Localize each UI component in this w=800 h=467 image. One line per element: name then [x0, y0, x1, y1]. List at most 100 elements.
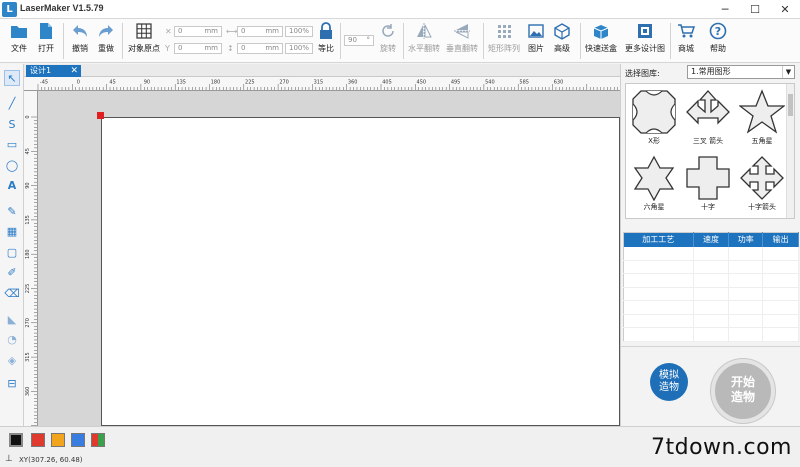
tab-label: 设计1	[30, 66, 52, 75]
flip-horizontal-button[interactable]: 水平翻转	[405, 22, 443, 62]
ruler-label: 540	[485, 80, 495, 86]
col-header-speed: 速度	[693, 232, 730, 247]
object-origin-button[interactable]: 对象原点	[126, 22, 162, 62]
toolbar: 文件 打开 撤销 重做 对象原点 ✕ 0 mm Y 0 mm ⟷ 0 mm ↕ …	[0, 19, 800, 63]
color-swatch-multicolor[interactable]	[91, 433, 105, 447]
width-field[interactable]: 0 mm	[237, 26, 283, 37]
right-panel: 选择图库: 1.常用图形 ▼ X形 三叉 箭头 五角星 六角星 十字 十字箭头	[620, 64, 800, 426]
color-swatch-orange[interactable]	[51, 433, 65, 447]
color-swatch-red[interactable]	[31, 433, 45, 447]
height-field[interactable]: 0 mm	[237, 43, 283, 54]
width-percent-value: 100	[289, 27, 303, 35]
width-unit: mm	[265, 27, 279, 35]
width-value: 0	[241, 27, 246, 35]
rect-array-button[interactable]: 矩形阵列	[485, 22, 523, 62]
ruler-label: 270	[25, 318, 31, 328]
color-swatch-black[interactable]	[9, 433, 23, 447]
close-button[interactable]: ✕	[770, 0, 800, 19]
text-tool-icon[interactable]: A	[4, 178, 20, 194]
curve-tool-icon[interactable]: S	[4, 117, 20, 133]
shape-item[interactable]: 六角星	[628, 152, 680, 216]
select-tool-icon[interactable]: ↖	[4, 70, 20, 86]
origin-grid-icon	[136, 23, 152, 39]
undo-icon	[73, 25, 87, 37]
table-row	[623, 260, 799, 275]
line-tool-icon[interactable]: ╱	[4, 96, 20, 112]
rotate-button[interactable]: 旋转	[376, 22, 400, 62]
eraser-tool-icon[interactable]: ⌫	[4, 286, 20, 302]
gallery-scroll-thumb[interactable]	[788, 94, 793, 116]
trim-tool-icon[interactable]: ◔	[4, 332, 20, 348]
x-position-field[interactable]: 0 mm	[174, 26, 222, 37]
table-row	[623, 246, 799, 261]
shape-tool-icon[interactable]: ◈	[4, 353, 20, 369]
chevron-down-icon: ▼	[782, 66, 794, 78]
cart-icon	[678, 24, 695, 38]
cube-icon	[554, 23, 570, 40]
start-label-line1: 开始	[730, 375, 755, 389]
tab-close-icon[interactable]: ✕	[70, 65, 78, 77]
array-tool-icon[interactable]: ▦	[4, 224, 20, 240]
weld-tool-icon[interactable]: ◣	[4, 312, 20, 328]
workspace[interactable]	[101, 117, 620, 426]
height-percent-field[interactable]: 100 %	[285, 43, 313, 54]
rotate-label: 旋转	[380, 44, 396, 53]
image-icon	[528, 24, 544, 38]
shape-item[interactable]: 五角星	[736, 86, 788, 150]
page-tool-icon[interactable]: ▢	[4, 245, 20, 261]
shape-item[interactable]: 十字	[682, 152, 734, 216]
quick-feed-button[interactable]: 快速送盒	[582, 22, 620, 62]
rotation-field[interactable]: 90 °	[344, 35, 374, 46]
gallery-scrollbar[interactable]	[786, 84, 794, 218]
library-select[interactable]: 1.常用图形 ▼	[687, 65, 795, 79]
y-unit: mm	[204, 44, 218, 52]
width-percent-sign: %	[302, 27, 309, 35]
flip-vertical-button[interactable]: 垂直翻转	[443, 22, 481, 62]
col-header-power: 功率	[728, 232, 764, 247]
shape-item[interactable]: X形	[628, 86, 680, 150]
mall-button[interactable]: 商城	[672, 22, 700, 62]
object-origin-label: 对象原点	[128, 44, 160, 53]
ellipse-tool-icon[interactable]: ◯	[4, 158, 20, 174]
shape-item[interactable]: 三叉 箭头	[682, 86, 734, 150]
more-designs-button[interactable]: 更多设计图	[622, 22, 668, 62]
maximize-button[interactable]: ☐	[740, 0, 770, 19]
pen-tool-icon[interactable]: ✎	[4, 204, 20, 220]
edit-node-tool-icon[interactable]: ✐	[4, 265, 20, 281]
proportional-label: 等比	[318, 44, 334, 53]
title-bar: L LaserMaker V1.5.79 ─ ☐ ✕	[0, 0, 800, 19]
help-label: 帮助	[710, 44, 726, 53]
shape-item[interactable]: 十字箭头	[736, 152, 788, 216]
x-position-value: 0	[178, 27, 183, 35]
redo-button[interactable]: 重做	[89, 22, 123, 62]
y-position-field[interactable]: 0 mm	[174, 43, 222, 54]
ruler-label: 315	[314, 80, 324, 86]
ruler-label: -45	[40, 80, 48, 86]
ruler-label: 180	[25, 249, 31, 259]
open-label: 打开	[38, 44, 54, 53]
help-button[interactable]: ? 帮助	[704, 22, 732, 62]
x-unit: mm	[204, 27, 218, 35]
advanced-button[interactable]: 高级	[548, 22, 576, 62]
measure-tool-icon[interactable]: ⊟	[4, 376, 20, 392]
open-button[interactable]: 打开	[29, 22, 63, 62]
image-button[interactable]: 图片	[522, 22, 550, 62]
rotate-icon	[382, 24, 394, 37]
svg-text:?: ?	[715, 25, 721, 38]
canvas-area[interactable]: -45 0 45 90 135 180 225 270 315 360 405 450 495 540 58…	[24, 77, 620, 426]
proportional-lock-button[interactable]: 等比	[314, 22, 338, 62]
tab-design-1[interactable]: 设计1 ✕	[26, 65, 81, 77]
ruler-label: 45	[25, 148, 31, 154]
simulate-button[interactable]: 模拟 造物	[650, 363, 688, 401]
table-row	[623, 300, 799, 315]
ruler-label: 0	[25, 115, 31, 118]
minimize-button[interactable]: ─	[710, 0, 740, 19]
shape-label: 十字箭头	[748, 203, 776, 211]
origin-marker[interactable]	[97, 112, 104, 119]
start-making-button[interactable]: 开始 造物	[711, 359, 775, 423]
rectangle-tool-icon[interactable]: ▭	[4, 137, 20, 153]
coordinate-readout: XY(307.26, 60.48)	[19, 456, 83, 464]
width-percent-field[interactable]: 100 %	[285, 26, 313, 37]
rotation-value: 90	[348, 36, 357, 44]
color-swatch-blue[interactable]	[71, 433, 85, 447]
